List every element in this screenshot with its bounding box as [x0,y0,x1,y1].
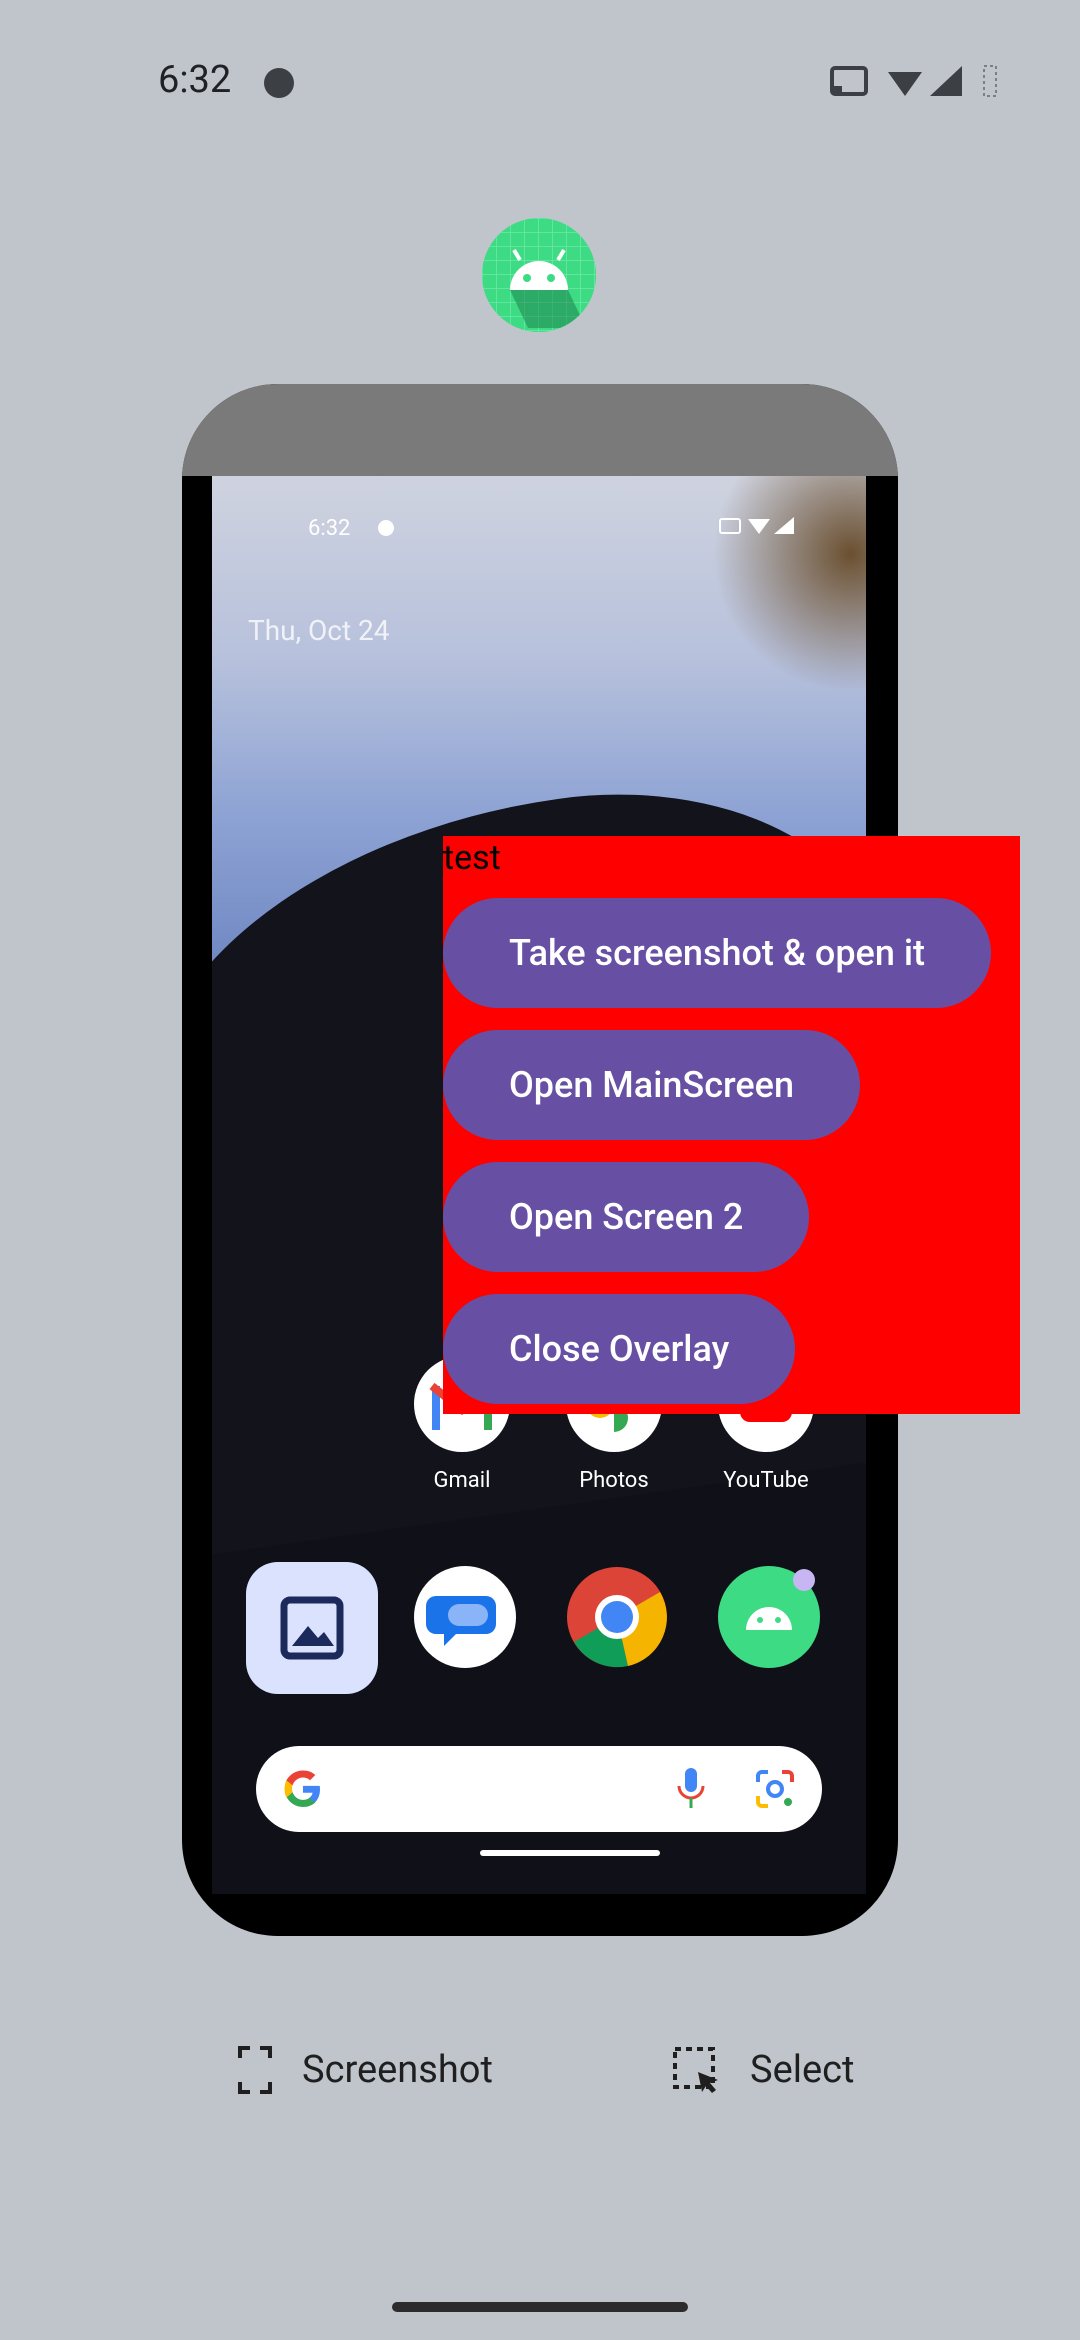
preview-notification-dot-icon [378,520,394,536]
open-mainscreen-button[interactable]: Open MainScreen [443,1030,860,1140]
lens-icon [756,1770,794,1808]
gallery-icon [246,1562,378,1694]
gmail-label: Gmail [433,1468,491,1493]
screenshot-action[interactable]: Screenshot [238,2040,493,2100]
android-app-icon[interactable] [482,218,596,332]
photos-label: Photos [579,1468,649,1493]
battery-icon [983,65,997,97]
signal-icon [930,66,962,96]
preview-gesture-bar [480,1850,660,1856]
wifi-icon [888,72,922,96]
select-action[interactable]: Select [672,2040,854,2100]
screenshot-frame-icon [238,2046,272,2094]
status-bar-time: 6:32 [158,58,232,102]
preview-status-icons [719,517,794,534]
chrome-icon [566,1566,668,1668]
preview-top-bar [182,384,898,476]
signal-icon [774,517,794,534]
screenshot-label: Screenshot [302,2048,493,2092]
notification-dot-icon [264,68,294,98]
youtube-label: YouTube [723,1468,809,1493]
open-screen-2-button[interactable]: Open Screen 2 [443,1162,810,1272]
close-overlay-button[interactable]: Close Overlay [443,1294,796,1404]
status-bar-icons [830,65,997,97]
overlay-title: test [443,838,501,878]
cast-icon [719,518,741,534]
preview-date: Thu, Oct 24 [248,614,390,647]
select-label: Select [750,2048,855,2092]
gesture-nav-bar[interactable] [392,2302,688,2312]
overlay-window: test Take screenshot & open it Open Main… [443,836,1020,1414]
messages-icon [414,1566,516,1668]
android-app-dock-icon [718,1566,820,1668]
mic-icon [677,1768,705,1808]
google-g-icon [284,1770,320,1807]
select-region-icon [673,2047,718,2093]
cast-dot [834,86,842,94]
google-search-bar [256,1746,822,1832]
wifi-icon [748,519,770,534]
preview-status-time: 6:32 [308,516,351,541]
take-screenshot-button[interactable]: Take screenshot & open it [443,898,991,1008]
